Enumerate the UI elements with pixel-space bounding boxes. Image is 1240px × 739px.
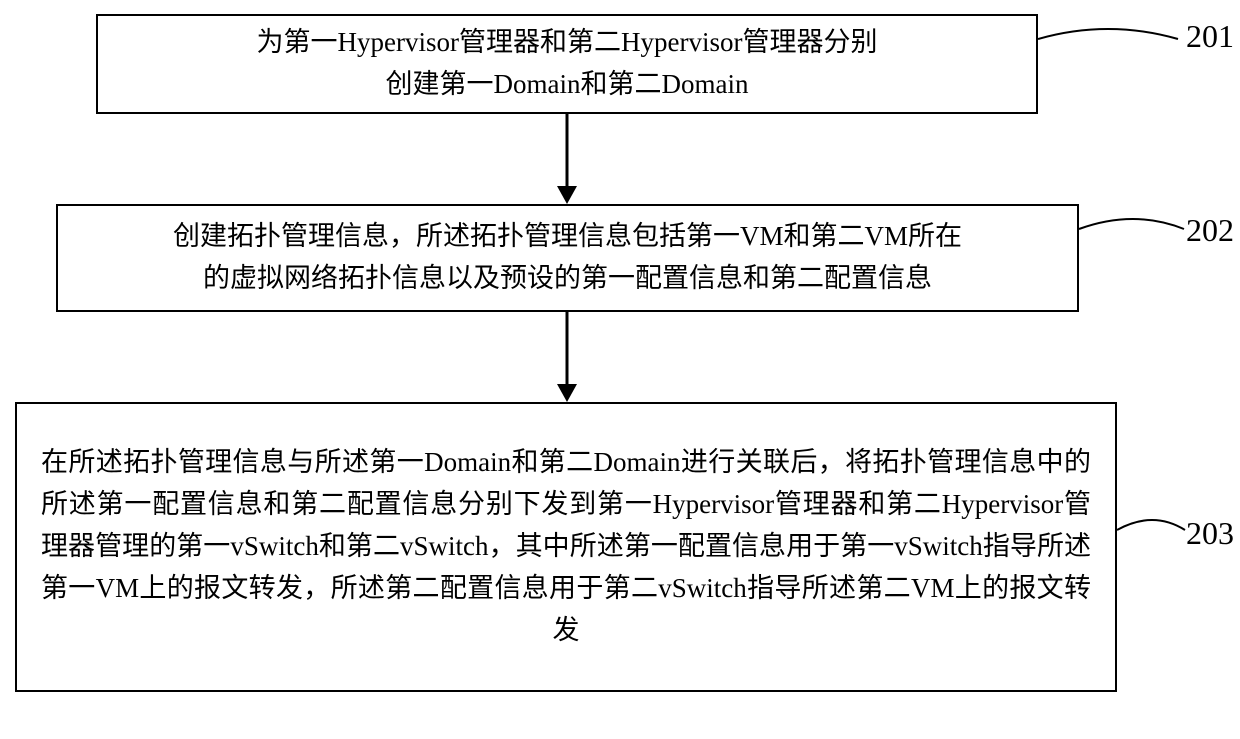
flow-step-201-text: 为第一Hypervisor管理器和第二Hypervisor管理器分别创建第一Do… [257, 22, 878, 106]
arrow-201-to-202 [550, 114, 584, 204]
flow-step-201: 为第一Hypervisor管理器和第二Hypervisor管理器分别创建第一Do… [96, 14, 1038, 114]
label-leader-201 [1038, 14, 1188, 74]
flow-step-203: 在所述拓扑管理信息与所述第一Domain和第二Domain进行关联后，将拓扑管理… [15, 402, 1117, 692]
flowchart-canvas: 为第一Hypervisor管理器和第二Hypervisor管理器分别创建第一Do… [0, 0, 1240, 739]
label-leader-202 [1079, 204, 1189, 264]
flow-step-202-text: 创建拓扑管理信息，所述拓扑管理信息包括第一VM和第二VM所在的虚拟网络拓扑信息以… [173, 216, 962, 300]
flow-label-201: 201 [1186, 18, 1234, 55]
flow-label-203: 203 [1186, 515, 1234, 552]
label-leader-203 [1117, 500, 1189, 560]
flow-label-202: 202 [1186, 212, 1234, 249]
flow-step-202: 创建拓扑管理信息，所述拓扑管理信息包括第一VM和第二VM所在的虚拟网络拓扑信息以… [56, 204, 1079, 312]
flow-step-203-text: 在所述拓扑管理信息与所述第一Domain和第二Domain进行关联后，将拓扑管理… [41, 442, 1091, 651]
arrow-202-to-203 [550, 312, 584, 402]
